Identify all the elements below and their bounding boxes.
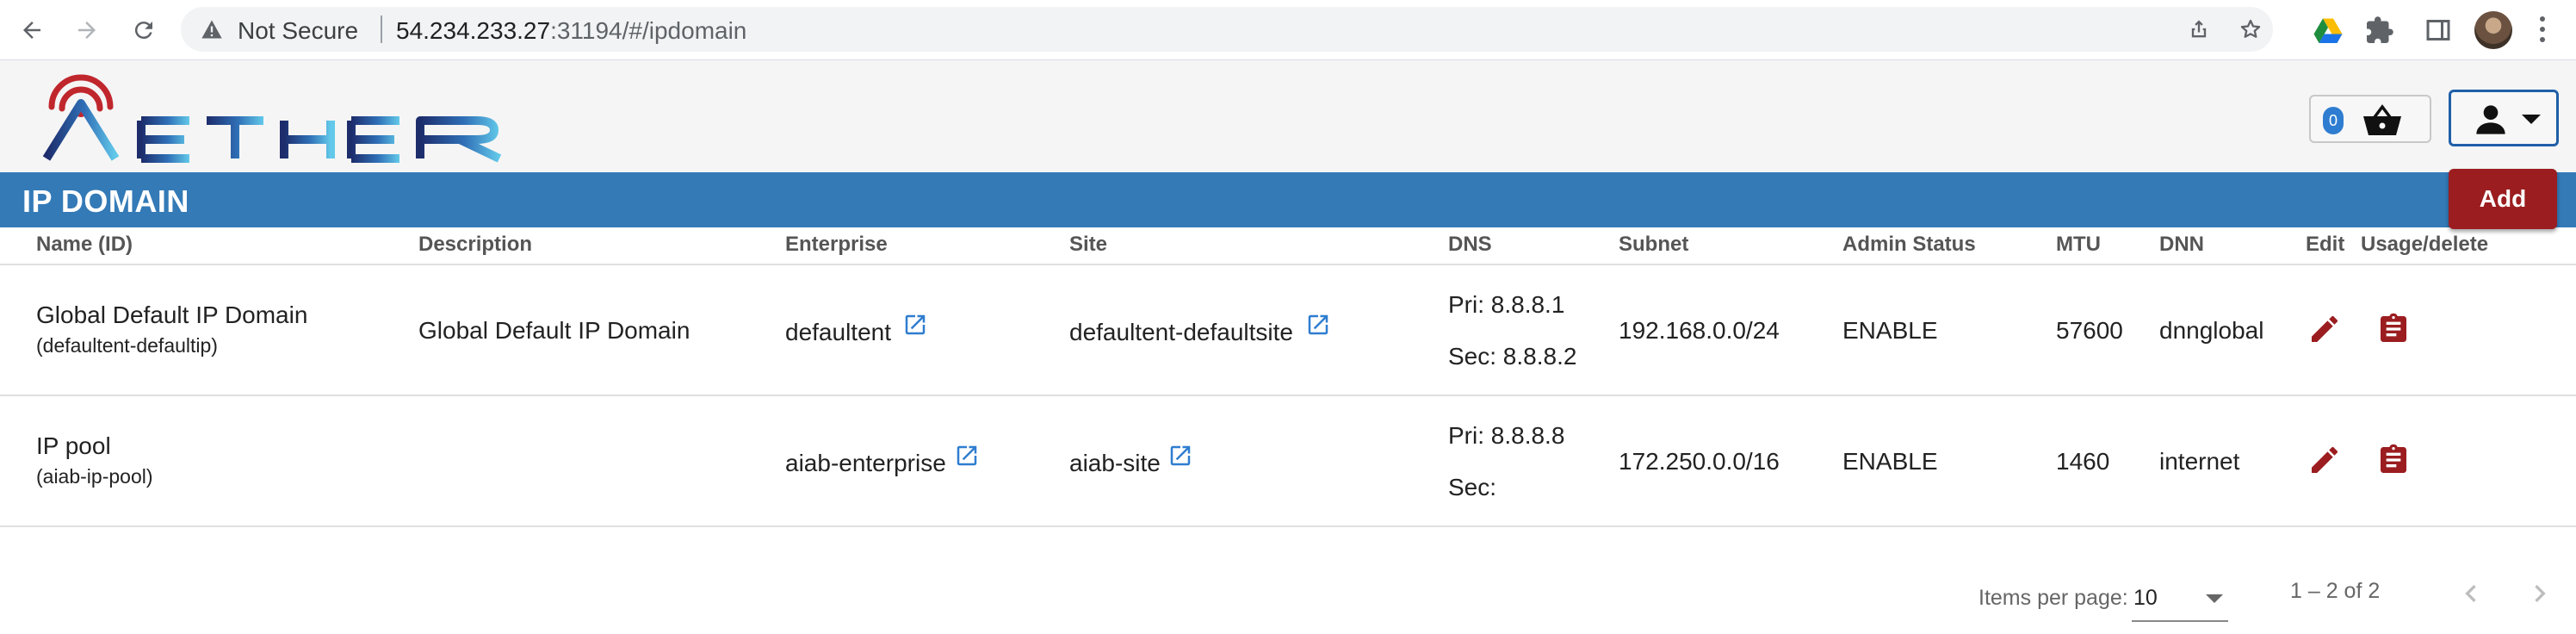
column-header-name[interactable]: Name (ID) xyxy=(36,233,133,257)
url-host: 54.234.233.27 xyxy=(396,17,551,44)
column-header-admin-status[interactable]: Admin Status xyxy=(1842,233,1976,257)
row-dns-primary: Pri: 8.8.8.1 xyxy=(1448,291,1565,318)
row-description: Global Default IP Domain xyxy=(418,317,690,344)
column-header-description[interactable]: Description xyxy=(418,233,532,257)
extensions-icon[interactable] xyxy=(2364,15,2395,46)
user-icon xyxy=(2476,105,2505,134)
share-icon[interactable] xyxy=(2187,17,2211,41)
row-divider xyxy=(0,525,2576,527)
edit-pencil-icon[interactable] xyxy=(2307,443,2342,477)
pagination-range: 1 – 2 of 2 xyxy=(2290,579,2381,603)
column-header-site[interactable]: Site xyxy=(1069,233,1107,257)
row-admin-status: ENABLE xyxy=(1842,317,1938,344)
row-dnn: internet xyxy=(2159,448,2240,475)
drive-icon[interactable] xyxy=(2313,15,2344,46)
column-header-dnn[interactable]: DNN xyxy=(2159,233,2204,257)
row-id: (defaultent-defaultip) xyxy=(36,334,218,357)
forward-button[interactable] xyxy=(69,12,105,48)
select-underline xyxy=(2132,620,2228,622)
address-bar[interactable]: Not Secure 54.234.233.27:31194/#/ipdomai… xyxy=(181,7,2273,52)
cart-count-badge: 0 xyxy=(2323,107,2344,134)
forward-arrow-icon xyxy=(78,22,96,39)
caret-down-icon[interactable] xyxy=(2206,594,2223,603)
next-page-icon[interactable] xyxy=(2523,574,2557,613)
row-id: (aiab-ip-pool) xyxy=(36,465,153,488)
items-per-page-select[interactable]: 10 xyxy=(2133,586,2158,611)
column-header-mtu[interactable]: MTU xyxy=(2056,233,2101,257)
open-in-new-icon[interactable] xyxy=(902,312,928,338)
page-title-bar: IP DOMAIN xyxy=(0,172,2576,227)
header-divider xyxy=(0,264,2576,265)
warning-icon xyxy=(201,20,222,39)
row-subnet: 192.168.0.0/24 xyxy=(1619,317,1780,344)
reload-icon xyxy=(134,22,152,40)
row-dnn: dnnglobal xyxy=(2159,317,2264,344)
basket-icon xyxy=(2363,104,2401,135)
clipboard-icon[interactable] xyxy=(2376,310,2411,348)
user-menu-button[interactable] xyxy=(2449,90,2559,146)
row-enterprise: aiab-enterprise xyxy=(785,450,946,476)
column-header-usage-delete: Usage/delete xyxy=(2361,233,2489,256)
edit-pencil-icon[interactable] xyxy=(2307,312,2342,346)
bookmark-star-icon[interactable] xyxy=(2239,17,2263,41)
url-path: :31194/#/ipdomain xyxy=(550,17,747,44)
reload-button[interactable] xyxy=(126,12,162,48)
column-header-dns[interactable]: DNS xyxy=(1448,233,1492,257)
clipboard-icon[interactable] xyxy=(2376,441,2411,479)
row-name: Global Default IP Domain xyxy=(36,301,308,328)
row-dns-secondary: Sec: xyxy=(1448,474,1497,500)
add-button[interactable]: Add xyxy=(2449,169,2557,229)
row-name: IP pool xyxy=(36,432,111,459)
back-arrow-icon xyxy=(23,22,40,39)
row-mtu: 1460 xyxy=(2056,448,2110,475)
row-admin-status: ENABLE xyxy=(1842,448,1938,475)
row-divider xyxy=(0,395,2576,396)
open-in-new-icon[interactable] xyxy=(1167,443,1193,469)
items-per-page-label: Items per page: xyxy=(1978,586,2128,610)
column-header-enterprise[interactable]: Enterprise xyxy=(785,233,888,257)
security-label: Not Secure xyxy=(238,17,359,44)
row-site: defaultent-defaultsite xyxy=(1069,319,1293,345)
profile-avatar[interactable] xyxy=(2474,11,2512,49)
page-title: IP DOMAIN xyxy=(22,183,189,219)
url-text: 54.234.233.27:31194/#/ipdomain xyxy=(396,17,746,45)
row-site: aiab-site xyxy=(1069,450,1161,476)
side-panel-icon[interactable] xyxy=(2423,15,2454,46)
row-subnet: 172.250.0.0/16 xyxy=(1619,448,1780,475)
column-header-edit: Edit xyxy=(2306,233,2345,256)
row-mtu: 57600 xyxy=(2056,317,2123,344)
row-dns-secondary: Sec: 8.8.8.2 xyxy=(1448,343,1577,370)
open-in-new-icon[interactable] xyxy=(1305,312,1331,338)
row-dns-primary: Pri: 8.8.8.8 xyxy=(1448,422,1565,449)
row-enterprise: defaultent xyxy=(785,319,891,345)
previous-page-icon[interactable] xyxy=(2454,574,2488,613)
column-header-subnet[interactable]: Subnet xyxy=(1619,233,1688,257)
open-in-new-icon[interactable] xyxy=(954,443,980,469)
back-button[interactable] xyxy=(14,12,50,48)
browser-toolbar: Not Secure 54.234.233.27:31194/#/ipdomai… xyxy=(0,0,2576,60)
caret-down-icon xyxy=(2522,115,2541,124)
aether-logo[interactable] xyxy=(38,69,520,165)
address-separator xyxy=(381,16,382,43)
cart-button[interactable]: 0 xyxy=(2309,95,2431,143)
browser-menu-icon[interactable] xyxy=(2538,14,2547,47)
